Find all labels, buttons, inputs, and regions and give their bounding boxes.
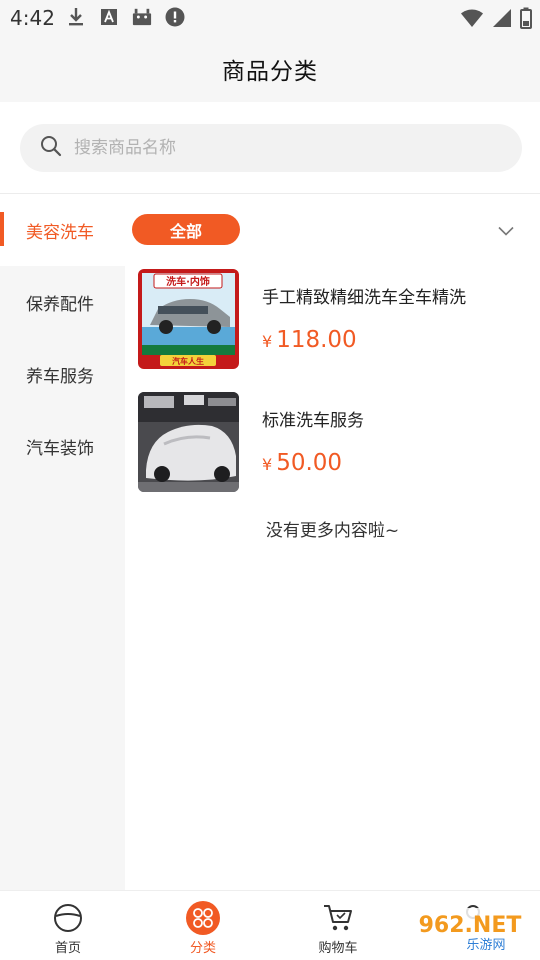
image-text-bottom: 汽车人生: [172, 356, 204, 366]
android-icon: [132, 7, 152, 27]
watermark-logo: 962.NET 乐游网: [400, 902, 540, 958]
system-icons: [460, 7, 532, 33]
status-bar: 4:42: [0, 0, 540, 36]
alert-circle-icon: [165, 7, 185, 27]
wifi-icon: [460, 8, 484, 32]
page-header: 商品分类: [0, 36, 540, 102]
currency-symbol: ¥: [262, 455, 273, 474]
watermark-subtext: 乐游网: [466, 938, 505, 953]
product-title[interactable]: 手工精致精细洗车全车精洗: [262, 283, 466, 308]
battery-icon: [520, 7, 532, 33]
filter-chip-all[interactable]: 全部: [132, 214, 240, 245]
notification-icons: [66, 7, 185, 27]
search-icon: [40, 135, 62, 161]
page-title: 商品分类: [222, 59, 318, 85]
search-bar[interactable]: [20, 124, 522, 172]
steering-wheel-icon: [51, 901, 85, 935]
filter-row: 美容洗车 全部: [0, 194, 540, 266]
category-grid-icon: [186, 901, 220, 935]
tab-label: 购物车: [318, 941, 358, 956]
tab-label: 首页: [54, 941, 81, 956]
sidebar-item-parts[interactable]: 保养配件: [0, 266, 125, 338]
tab-category[interactable]: 分类: [153, 891, 253, 960]
sidebar-item-service[interactable]: 养车服务: [0, 338, 125, 410]
status-time: 4:42: [10, 6, 55, 30]
product-card[interactable]: 标准洗车服务 ¥ 50.00: [138, 392, 528, 492]
product-image[interactable]: 洗车·内饰 汽车人生: [138, 269, 239, 369]
product-title[interactable]: 标准洗车服务: [262, 406, 364, 431]
sidebar-item-decoration[interactable]: 汽车装饰: [0, 410, 125, 482]
image-text-top: 洗车·内饰: [166, 275, 210, 288]
tab-home[interactable]: 首页: [18, 891, 118, 960]
product-list: 洗车·内饰 汽车人生 手工精致精细洗车全车精洗 ¥ 118.00 标准洗车服务 …: [125, 266, 540, 890]
download-icon: [66, 7, 86, 27]
shopping-cart-icon: [321, 901, 355, 935]
sidebar-item-label: 美容洗车: [26, 222, 94, 243]
search-input[interactable]: [74, 138, 474, 158]
currency-symbol: ¥: [262, 332, 273, 351]
tab-label: 分类: [189, 941, 216, 956]
text-a-icon: [99, 7, 119, 27]
product-image[interactable]: [138, 392, 239, 492]
tab-cart[interactable]: 购物车: [288, 891, 388, 960]
product-price: ¥ 118.00: [262, 327, 357, 353]
cell-signal-icon: [492, 8, 512, 32]
watermark-text: 962.NET: [419, 913, 522, 938]
product-card[interactable]: 洗车·内饰 汽车人生 手工精致精细洗车全车精洗 ¥ 118.00: [138, 269, 528, 369]
price-value: 50.00: [276, 450, 343, 476]
no-more-text: 没有更多内容啦~: [265, 521, 400, 541]
search-area: [0, 102, 540, 194]
sidebar-item-active[interactable]: 美容洗车: [0, 194, 125, 266]
product-price: ¥ 50.00: [262, 450, 342, 476]
price-value: 118.00: [276, 327, 357, 353]
chevron-down-icon[interactable]: [498, 221, 514, 240]
category-sidebar: 保养配件 养车服务 汽车装饰: [0, 266, 125, 890]
